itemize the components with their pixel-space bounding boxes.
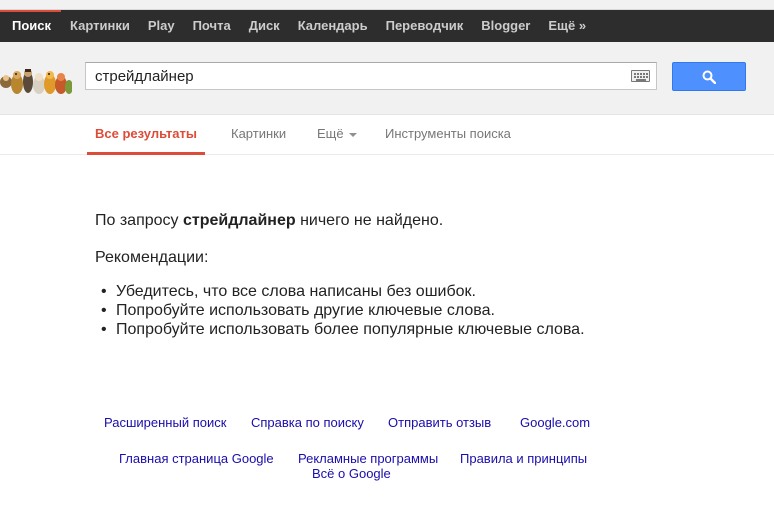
google-bar: Поиск Картинки Play Почта Диск Календарь… <box>0 10 774 42</box>
footer-about-google-link[interactable]: Всё о Google <box>312 466 391 481</box>
recommendation-item: • Попробуйте использовать другие ключевые… <box>95 301 735 320</box>
nav-drive[interactable]: Диск <box>240 10 289 42</box>
nav-more[interactable]: Ещё » <box>539 10 595 42</box>
nav-play[interactable]: Play <box>139 10 184 42</box>
nav-calendar[interactable]: Календарь <box>289 10 377 42</box>
recommendation-text: Убедитесь, что все слова написаны без ош… <box>116 283 476 300</box>
search-button[interactable] <box>672 62 746 91</box>
search-input[interactable] <box>86 63 626 89</box>
recommendation-text: Попробуйте использовать более популярные… <box>116 321 585 338</box>
footer-search-help-link[interactable]: Справка по поиску <box>251 415 364 430</box>
nav-translate[interactable]: Переводчик <box>377 10 473 42</box>
magnifier-icon <box>702 70 716 84</box>
recommendations-title: Рекомендации: <box>95 249 209 266</box>
footer-advanced-search-link[interactable]: Расширенный поиск <box>104 415 226 430</box>
search-header <box>0 42 774 115</box>
tab-search-tools[interactable]: Инструменты поиска <box>385 115 511 155</box>
window-top-strip <box>0 0 774 10</box>
recommendation-item: • Убедитесь, что все слова написаны без о… <box>95 282 735 301</box>
no-results-suffix: ничего не найдено. <box>295 212 444 229</box>
no-results-query: стрейдлайнер <box>182 212 296 229</box>
footer-privacy-terms-link[interactable]: Правила и принципы <box>460 451 587 466</box>
keyboard-icon[interactable] <box>631 70 650 82</box>
search-tabs: Все результаты Картинки Ещё Инструменты … <box>0 115 774 155</box>
nav-search[interactable]: Поиск <box>0 10 62 42</box>
footer-feedback-link[interactable]: Отправить отзыв <box>388 415 491 430</box>
footer-advertising-link[interactable]: Рекламные программы <box>298 451 438 466</box>
bullet: • <box>101 283 107 300</box>
nav-blogger[interactable]: Blogger <box>472 10 539 42</box>
tab-more-label: Ещё <box>317 126 344 141</box>
bullet: • <box>101 321 107 338</box>
no-results-line: По запросу стрейдлайнер ничего не найден… <box>95 210 735 232</box>
no-results-message: По запросу стрейдлайнер ничего не найден… <box>95 210 735 339</box>
nav-mail[interactable]: Почта <box>184 10 240 42</box>
google-doodle-logo[interactable] <box>0 60 73 98</box>
no-results-prefix: По запросу <box>95 212 183 229</box>
tab-all-results[interactable]: Все результаты <box>87 115 206 155</box>
footer-google-home-link[interactable]: Главная страница Google <box>119 451 274 466</box>
google-bar-nav: Поиск Картинки Play Почта Диск Календарь… <box>0 10 595 42</box>
bullet: • <box>101 302 107 319</box>
footer-google-com-link[interactable]: Google.com <box>520 415 590 430</box>
search-box <box>85 62 657 90</box>
recommendation-text: Попробуйте использовать другие ключевые … <box>116 302 495 319</box>
nav-images[interactable]: Картинки <box>61 10 139 42</box>
tab-more[interactable]: Ещё <box>317 115 357 155</box>
caret-down-icon <box>348 132 357 137</box>
tab-images[interactable]: Картинки <box>231 115 286 155</box>
recommendation-item: • Попробуйте использовать более популярны… <box>95 320 735 339</box>
recommendations-list: • Убедитесь, что все слова написаны без о… <box>95 282 735 339</box>
